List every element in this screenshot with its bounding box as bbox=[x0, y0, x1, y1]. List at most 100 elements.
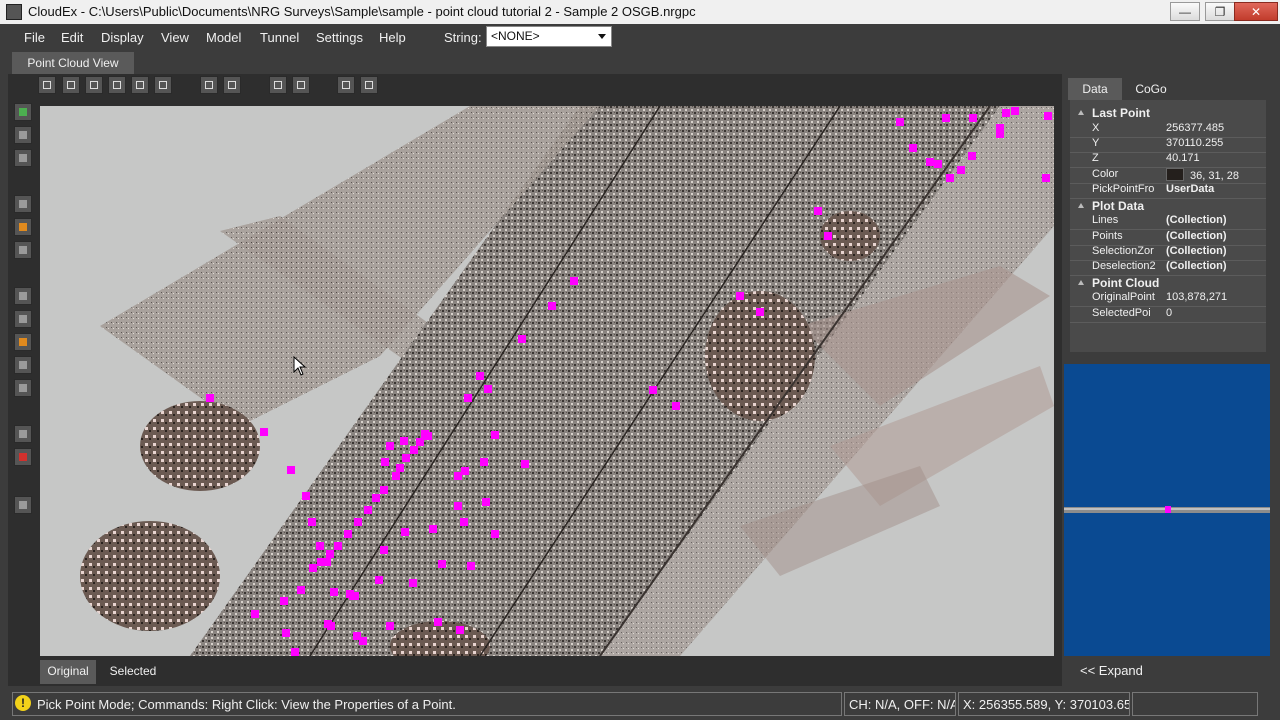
ruler-icon[interactable] bbox=[360, 76, 378, 94]
menu-edit[interactable]: Edit bbox=[61, 30, 83, 45]
picked-point-marker bbox=[491, 530, 499, 538]
picked-point-marker bbox=[1042, 174, 1050, 182]
picked-point-marker bbox=[317, 558, 325, 566]
fill-icon[interactable] bbox=[14, 333, 32, 351]
picked-point-marker bbox=[326, 550, 334, 558]
orbit-icon[interactable] bbox=[154, 76, 172, 94]
close-button[interactable]: ✕ bbox=[1234, 2, 1278, 21]
collapse-triangle-icon bbox=[1078, 110, 1084, 115]
walk-icon[interactable] bbox=[223, 76, 241, 94]
points-grid-icon[interactable] bbox=[14, 356, 32, 374]
route-icon[interactable] bbox=[337, 76, 355, 94]
export-icon[interactable] bbox=[14, 496, 32, 514]
picked-point-marker bbox=[424, 432, 432, 440]
draw-line-icon[interactable] bbox=[14, 126, 32, 144]
draw-arrow-icon[interactable] bbox=[14, 149, 32, 167]
turtle-icon[interactable] bbox=[200, 76, 218, 94]
prop-pick-point-from[interactable]: PickPointFro UserData bbox=[1070, 183, 1266, 199]
picked-point-marker bbox=[926, 158, 934, 166]
zoom-in-icon[interactable] bbox=[108, 76, 126, 94]
tab-cogo[interactable]: CoGo bbox=[1126, 78, 1176, 100]
prop-z[interactable]: Z 40.171 bbox=[1070, 152, 1266, 168]
picked-point-marker bbox=[364, 506, 372, 514]
menu-display[interactable]: Display bbox=[101, 30, 144, 45]
measure-angle-icon[interactable] bbox=[292, 76, 310, 94]
status-chainage: CH: N/A, OFF: N/A bbox=[844, 692, 956, 716]
picked-point-marker bbox=[287, 466, 295, 474]
picked-point-marker bbox=[372, 494, 380, 502]
picked-point-marker bbox=[409, 579, 417, 587]
menu-view[interactable]: View bbox=[161, 30, 189, 45]
picked-point-marker bbox=[491, 431, 499, 439]
select-arrow-icon[interactable] bbox=[38, 76, 56, 94]
tab-point-cloud-view[interactable]: Point Cloud View bbox=[12, 52, 134, 74]
property-grid: Last Point X 256377.485 Y 370110.255 Z 40.1… bbox=[1070, 100, 1266, 352]
tree-left-b bbox=[80, 521, 220, 631]
picked-point-marker bbox=[308, 518, 316, 526]
prop-points[interactable]: Points (Collection) bbox=[1070, 230, 1266, 246]
prop-x[interactable]: X 256377.485 bbox=[1070, 122, 1266, 138]
picked-point-marker bbox=[824, 232, 832, 240]
picked-point-marker bbox=[291, 648, 299, 656]
prop-original-points[interactable]: OriginalPoint 103,878,271 bbox=[1070, 291, 1266, 307]
picked-point-marker bbox=[416, 438, 424, 446]
string-select[interactable]: <NONE> bbox=[486, 26, 612, 47]
status-bar: Pick Point Mode; Commands: Right Click: … bbox=[0, 690, 1280, 720]
points-scatter-icon[interactable] bbox=[14, 379, 32, 397]
delete-points-icon[interactable] bbox=[14, 448, 32, 466]
menu-settings[interactable]: Settings bbox=[316, 30, 363, 45]
dotted-grid-icon[interactable] bbox=[14, 425, 32, 443]
menu-model[interactable]: Model bbox=[206, 30, 241, 45]
zoom-extents-icon[interactable] bbox=[85, 76, 103, 94]
tab-data[interactable]: Data bbox=[1068, 78, 1122, 100]
picked-point-marker bbox=[969, 114, 977, 122]
menu-help[interactable]: Help bbox=[379, 30, 406, 45]
pan-hand-icon[interactable] bbox=[131, 76, 149, 94]
picked-point-marker bbox=[434, 618, 442, 626]
category-last-point[interactable]: Last Point bbox=[1070, 106, 1266, 121]
menu-tunnel[interactable]: Tunnel bbox=[260, 30, 299, 45]
prop-lines[interactable]: Lines (Collection) bbox=[1070, 214, 1266, 230]
grid-a-icon[interactable] bbox=[269, 76, 287, 94]
point-cloud-viewport[interactable] bbox=[40, 106, 1054, 656]
category-plot-data[interactable]: Plot Data bbox=[1070, 199, 1266, 214]
mouse-cursor-icon bbox=[293, 356, 307, 376]
maximize-button[interactable]: ❐ bbox=[1205, 2, 1235, 21]
minimize-button[interactable]: — bbox=[1170, 2, 1200, 21]
polygon-deselect-icon[interactable] bbox=[14, 310, 32, 328]
point-cloud-render bbox=[80, 106, 1054, 656]
picked-point-marker bbox=[309, 564, 317, 572]
picked-point-marker bbox=[484, 385, 492, 393]
picked-point-marker bbox=[282, 629, 290, 637]
picked-point-marker bbox=[909, 144, 917, 152]
prop-selection-zones[interactable]: SelectionZor (Collection) bbox=[1070, 245, 1266, 261]
picked-point-marker bbox=[649, 386, 657, 394]
prop-color[interactable]: Color 36, 31, 28 bbox=[1070, 168, 1266, 184]
picked-point-marker bbox=[456, 626, 464, 634]
picked-point-marker bbox=[1044, 112, 1052, 120]
picked-point-marker bbox=[280, 597, 288, 605]
move-icon[interactable] bbox=[14, 195, 32, 213]
prop-y[interactable]: Y 370110.255 bbox=[1070, 137, 1266, 153]
picked-point-marker bbox=[344, 530, 352, 538]
paint-icon[interactable] bbox=[14, 218, 32, 236]
picked-point-marker bbox=[1002, 109, 1010, 117]
zoom-out-icon[interactable] bbox=[62, 76, 80, 94]
picked-point-marker bbox=[386, 442, 394, 450]
menu-file[interactable]: File bbox=[24, 30, 45, 45]
picked-point-marker bbox=[251, 610, 259, 618]
category-point-cloud[interactable]: Point Cloud bbox=[1070, 276, 1266, 291]
window-title: CloudEx - C:\Users\Public\Documents\NRG … bbox=[28, 4, 696, 19]
overview-map[interactable] bbox=[1064, 364, 1270, 656]
prop-selected-points[interactable]: SelectedPoi 0 bbox=[1070, 307, 1266, 323]
picked-point-marker bbox=[354, 518, 362, 526]
snap-icon[interactable] bbox=[14, 241, 32, 259]
tab-original[interactable]: Original bbox=[40, 660, 96, 684]
expand-button[interactable]: << Expand bbox=[1080, 663, 1143, 678]
pick-point-icon[interactable] bbox=[14, 103, 32, 121]
polygon-select-icon[interactable] bbox=[14, 287, 32, 305]
tab-selected[interactable]: Selected bbox=[100, 660, 166, 684]
overview-position-marker bbox=[1165, 506, 1171, 513]
prop-deselection-zones[interactable]: Deselection2 (Collection) bbox=[1070, 260, 1266, 276]
picked-point-marker bbox=[381, 458, 389, 466]
